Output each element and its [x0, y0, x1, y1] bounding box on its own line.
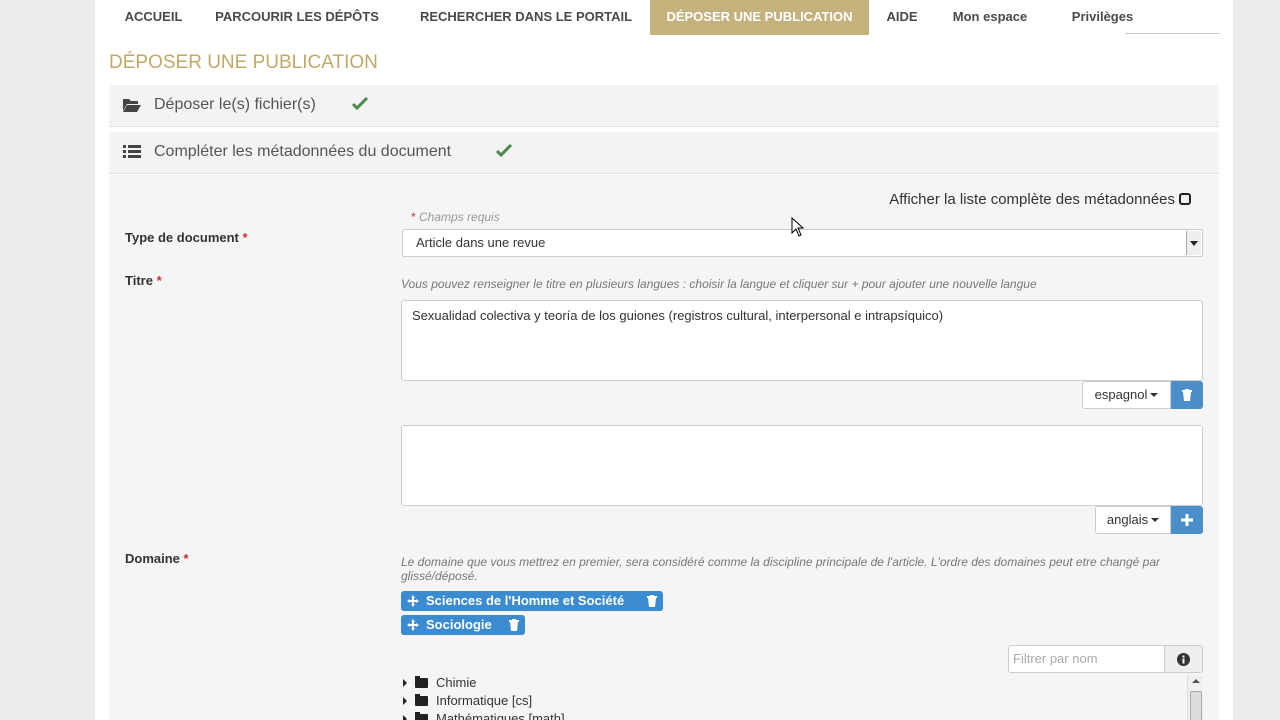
- nav-deposer[interactable]: DÉPOSER UNE PUBLICATION: [650, 0, 869, 35]
- add-title-button[interactable]: [1171, 506, 1203, 534]
- trash-icon[interactable]: [509, 619, 519, 631]
- nav-divider: [1125, 33, 1220, 34]
- plus-icon: [1181, 514, 1193, 526]
- nav-parcourir[interactable]: PARCOURIR LES DÉPÔTS: [205, 0, 389, 35]
- trash-icon: [1182, 389, 1192, 401]
- check-icon: [351, 96, 369, 111]
- expand-icon[interactable]: [403, 715, 407, 720]
- title-help: Vous pouvez renseigner le titre en plusi…: [401, 277, 1037, 291]
- page-title: DÉPOSER UNE PUBLICATION: [109, 52, 378, 73]
- title-label: Titre *: [125, 273, 162, 288]
- step-metadata-label: Compléter les métadonnées du document: [154, 143, 452, 160]
- doc-type-value: Article dans une revue: [416, 235, 546, 250]
- top-navigation: ACCUEIL PARCOURIR LES DÉPÔTS RECHERCHER …: [95, 0, 1233, 35]
- domain-tag-label: Sciences de l'Homme et Société: [426, 593, 625, 608]
- domain-tag-label: Sociologie: [426, 617, 492, 632]
- domain-tag-shs[interactable]: Sciences de l'Homme et Société: [401, 591, 663, 611]
- metadata-form: Afficher la liste complète des métadonné…: [109, 175, 1219, 720]
- page: ACCUEIL PARCOURIR LES DÉPÔTS RECHERCHER …: [95, 0, 1233, 720]
- tree-item-chimie[interactable]: Chimie: [403, 675, 476, 693]
- tree-scrollbar[interactable]: [1187, 675, 1203, 720]
- chevron-down-icon[interactable]: [1186, 231, 1201, 255]
- expand-icon[interactable]: [403, 697, 407, 705]
- list-icon: [123, 145, 141, 158]
- scroll-up-icon[interactable]: [1192, 679, 1200, 683]
- folder-icon: [415, 676, 428, 688]
- full-metadata-toggle[interactable]: Afficher la liste complète des métadonné…: [889, 191, 1191, 208]
- tree-item-mathematiques[interactable]: Mathématiques [math]: [403, 711, 565, 720]
- full-metadata-label: Afficher la liste complète des métadonné…: [889, 191, 1175, 208]
- folder-icon: [415, 694, 428, 706]
- nav-accueil[interactable]: ACCUEIL: [110, 0, 197, 35]
- trash-icon[interactable]: [647, 595, 657, 607]
- full-metadata-checkbox[interactable]: [1179, 193, 1191, 205]
- caret-icon: [1150, 393, 1159, 397]
- folder-icon: [415, 712, 428, 720]
- domain-info-button[interactable]: [1164, 645, 1203, 673]
- required-note: * Champs requis: [411, 210, 500, 224]
- doc-type-label: Type de document *: [125, 230, 248, 245]
- move-icon: [407, 595, 419, 607]
- nav-rechercher[interactable]: RECHERCHER DANS LE PORTAIL: [411, 0, 641, 35]
- caret-icon: [1151, 518, 1160, 522]
- step-metadata-header[interactable]: Compléter les métadonnées du document: [109, 132, 1219, 174]
- domain-tag-sociologie[interactable]: Sociologie: [401, 615, 525, 635]
- nav-aide[interactable]: AIDE: [877, 0, 927, 35]
- nav-mon-espace[interactable]: Mon espace: [939, 0, 1041, 35]
- language-select-spanish[interactable]: espagnol: [1082, 381, 1171, 409]
- title-input-spanish[interactable]: Sexualidad colectiva y teoría de los gui…: [401, 300, 1203, 381]
- language-select-english[interactable]: anglais: [1095, 506, 1171, 534]
- step-upload-label: Déposer le(s) fichier(s): [154, 96, 316, 113]
- step-upload-header[interactable]: Déposer le(s) fichier(s): [109, 85, 1219, 127]
- title-input-english[interactable]: [401, 425, 1203, 506]
- nav-privileges[interactable]: Privilèges: [1055, 0, 1150, 35]
- domain-label: Domaine *: [125, 551, 189, 566]
- scroll-thumb[interactable]: [1190, 691, 1202, 720]
- move-icon: [407, 619, 419, 631]
- info-icon: [1177, 653, 1190, 666]
- expand-icon[interactable]: [403, 679, 407, 687]
- domain-help: Le domaine que vous mettrez en premier, …: [401, 555, 1160, 583]
- mouse-cursor-icon: [791, 217, 805, 237]
- folder-open-icon: [123, 99, 141, 112]
- tree-item-informatique[interactable]: Informatique [cs]: [403, 693, 532, 711]
- delete-title-button[interactable]: [1171, 381, 1203, 409]
- check-icon: [495, 143, 513, 158]
- domain-filter-input[interactable]: Filtrer par nom: [1008, 645, 1165, 673]
